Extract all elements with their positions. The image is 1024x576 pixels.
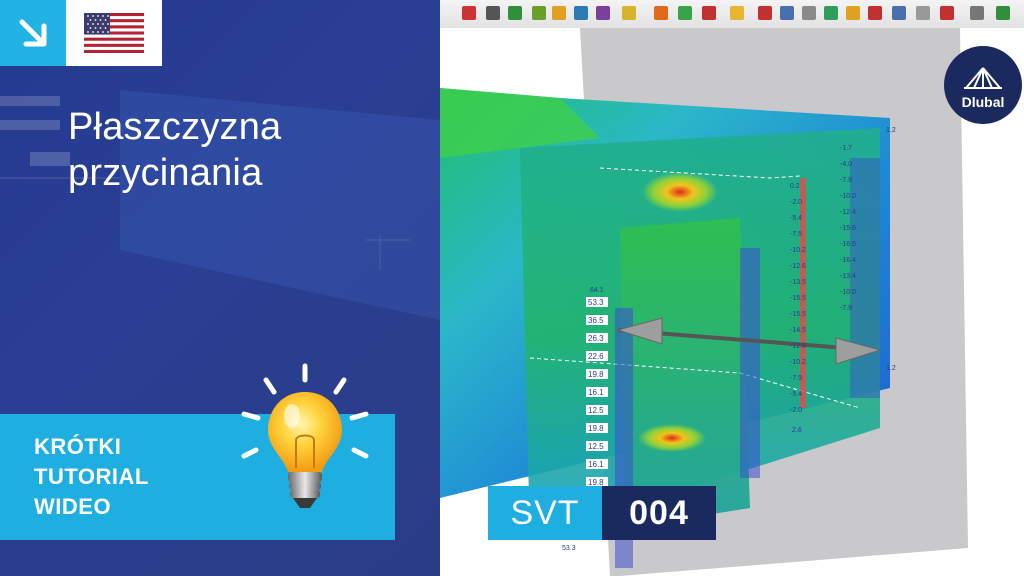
tick-label: 1.2 bbox=[886, 127, 896, 134]
video-title: Płaszczyzna przycinania bbox=[68, 104, 428, 196]
tutorial-line-2: TUTORIAL bbox=[34, 464, 149, 489]
toolbar-button[interactable] bbox=[868, 6, 882, 20]
tick-label: 1.2 bbox=[886, 365, 896, 372]
value-label: 19.8 bbox=[588, 424, 604, 433]
episode-number: 004 bbox=[602, 486, 716, 540]
value-label: -15.6 bbox=[840, 225, 856, 232]
toolbar-button[interactable] bbox=[802, 6, 816, 20]
toolbar-button[interactable] bbox=[996, 6, 1010, 20]
value-label: -12.6 bbox=[790, 343, 806, 350]
app-toolbar bbox=[440, 0, 1024, 29]
toolbar-button[interactable] bbox=[508, 6, 522, 20]
value-label: 19.8 bbox=[588, 370, 604, 379]
value-label: -12.6 bbox=[790, 263, 806, 270]
toolbar-button[interactable] bbox=[678, 6, 692, 20]
toolbar-button[interactable] bbox=[462, 6, 476, 20]
language-selector[interactable] bbox=[66, 0, 162, 66]
value-label: -10.0 bbox=[840, 289, 856, 296]
value-label: -12.4 bbox=[840, 209, 856, 216]
toolbar-button[interactable] bbox=[574, 6, 588, 20]
toolbar-button[interactable] bbox=[892, 6, 906, 20]
value-label: -2.0 bbox=[790, 199, 802, 206]
title-line-1: Płaszczyzna bbox=[68, 106, 282, 148]
value-label: -10.2 bbox=[790, 247, 806, 254]
value-label: 36.5 bbox=[588, 316, 604, 325]
toolbar-button[interactable] bbox=[970, 6, 984, 20]
toolbar-button[interactable] bbox=[702, 6, 716, 20]
arrow-down-right-icon bbox=[19, 19, 47, 47]
value-label: -13.5 bbox=[790, 279, 806, 286]
value-label: -16.4 bbox=[840, 257, 856, 264]
value-label: -13.4 bbox=[840, 273, 856, 280]
toolbar-button[interactable] bbox=[730, 6, 744, 20]
value-label: -4.0 bbox=[840, 161, 852, 168]
value-label: 26.3 bbox=[588, 334, 604, 343]
value-label: 0.2 bbox=[790, 183, 800, 190]
brand-logo[interactable] bbox=[944, 46, 1022, 124]
thumbnail-scene: 53.3 36.5 26.3 22.6 19.8 16.1 12.5 19.8 … bbox=[0, 0, 1024, 576]
value-label: 12.5 bbox=[588, 406, 604, 415]
value-label: 22.6 bbox=[588, 352, 604, 361]
toolbar-button[interactable] bbox=[552, 6, 566, 20]
value-label: -2.0 bbox=[790, 407, 802, 414]
value-label: 16.1 bbox=[588, 460, 604, 469]
bridge-icon bbox=[964, 67, 1002, 89]
value-label: -7.9 bbox=[840, 177, 852, 184]
value-label: -5.4 bbox=[790, 391, 802, 398]
toolbar-button[interactable] bbox=[780, 6, 794, 20]
title-line-2: przycinania bbox=[68, 152, 263, 194]
toolbar-button[interactable] bbox=[486, 6, 500, 20]
value-label: -7.9 bbox=[790, 375, 802, 382]
toolbar-button[interactable] bbox=[532, 6, 546, 20]
tick-label: 64.1 bbox=[590, 287, 604, 294]
toolbar-button[interactable] bbox=[622, 6, 636, 20]
tutorial-label: KRÓTKI TUTORIAL WIDEO bbox=[34, 432, 149, 522]
toolbar-button[interactable] bbox=[916, 6, 930, 20]
lightbulb-icon bbox=[241, 363, 369, 508]
toolbar-button[interactable] bbox=[846, 6, 860, 20]
brand-name: Dlubal bbox=[961, 94, 1005, 110]
inner-plate bbox=[620, 218, 750, 528]
value-label: -10.0 bbox=[840, 193, 856, 200]
value-label: -16.6 bbox=[840, 241, 856, 248]
toolbar-button[interactable] bbox=[824, 6, 838, 20]
value-label: -7.5 bbox=[790, 231, 802, 238]
value-label: -1.7 bbox=[840, 145, 852, 152]
tick-label: 53.3 bbox=[562, 545, 576, 552]
corner-badge bbox=[0, 0, 66, 66]
value-label: -15.5 bbox=[790, 311, 806, 318]
value-label: -14.5 bbox=[790, 327, 806, 334]
toolbar-button[interactable] bbox=[654, 6, 668, 20]
toolbar-button[interactable] bbox=[940, 6, 954, 20]
us-flag-icon bbox=[84, 13, 144, 53]
series-code: SVT bbox=[488, 486, 602, 540]
value-label: 53.3 bbox=[588, 298, 604, 307]
value-label: -10.2 bbox=[790, 359, 806, 366]
value-label: -7.9 bbox=[840, 305, 852, 312]
toolbar-button[interactable] bbox=[596, 6, 610, 20]
tick-label: 2.6 bbox=[792, 427, 802, 434]
value-label: 12.5 bbox=[588, 442, 604, 451]
value-label: -5.4 bbox=[790, 215, 802, 222]
value-label: 16.1 bbox=[588, 388, 604, 397]
tutorial-line-1: KRÓTKI bbox=[34, 434, 122, 459]
value-label: -15.5 bbox=[790, 295, 806, 302]
toolbar-button[interactable] bbox=[758, 6, 772, 20]
tutorial-line-3: WIDEO bbox=[34, 494, 112, 519]
